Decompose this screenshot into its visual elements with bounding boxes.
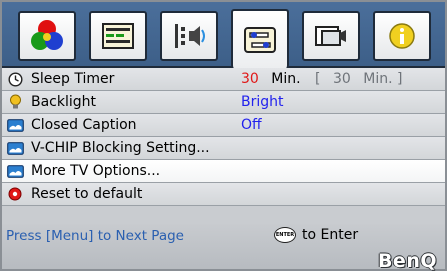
tv-screen-icon (6, 163, 24, 179)
tab-information[interactable] (373, 11, 431, 61)
setup-menu-list: Sleep Timer 30 Min. [ 30 Min. ] Backligh… (2, 66, 445, 206)
closed-caption-label: Closed Caption (31, 117, 137, 133)
tv-screen-icon (6, 117, 24, 133)
sleep-timer-bracket-open: [ (315, 71, 321, 87)
backlight-label: Backlight (31, 94, 97, 110)
sleep-timer-value[interactable]: 30 Min. [ 30 Min. ] (241, 71, 402, 87)
light-bulb-icon (6, 94, 24, 110)
reset-label: Reset to default (31, 186, 143, 202)
vchip-label: V-CHIP Blocking Setting... (31, 140, 210, 156)
brand-logo: BenQ (377, 250, 437, 271)
tv-screen-icon (6, 140, 24, 156)
information-icon (389, 23, 415, 49)
more-tv-options-label: More TV Options... (31, 163, 161, 179)
tab-source[interactable] (302, 11, 360, 61)
sleep-timer-remaining-unit: Min. ] (363, 71, 403, 87)
clock-icon (6, 71, 24, 87)
backlight-value[interactable]: Bright (241, 94, 284, 110)
menu-tab-strip (2, 2, 445, 68)
setup-switches-icon (244, 26, 276, 53)
enter-button-icon: ENTER (274, 227, 296, 243)
sleep-timer-number: 30 (241, 71, 259, 87)
sleep-timer-remaining: 30 (332, 71, 351, 87)
menu-item-reset[interactable]: Reset to default (2, 183, 445, 206)
sleep-timer-label: Sleep Timer (31, 71, 115, 87)
sleep-timer-unit: Min. (271, 71, 301, 87)
tab-setup[interactable] (231, 9, 289, 68)
next-page-hint: Press [Menu] to Next Page (6, 228, 184, 244)
menu-item-backlight[interactable]: Backlight Bright (2, 91, 445, 114)
closed-caption-value[interactable]: Off (241, 117, 262, 133)
menu-item-vchip[interactable]: V-CHIP Blocking Setting... (2, 137, 445, 160)
menu-item-sleep-timer[interactable]: Sleep Timer 30 Min. [ 30 Min. ] (2, 68, 445, 91)
color-picture-icon (31, 20, 63, 50)
tab-audio[interactable] (160, 11, 218, 61)
display-settings-icon (102, 23, 134, 49)
audio-speaker-icon (175, 24, 205, 48)
reset-icon (6, 186, 24, 202)
menu-item-closed-caption[interactable]: Closed Caption Off (2, 114, 445, 137)
footer-bar: Press [Menu] to Next Page ENTER to Enter… (2, 224, 445, 271)
input-source-icon (315, 26, 346, 46)
osd-menu: Sleep Timer 30 Min. [ 30 Min. ] Backligh… (0, 0, 447, 271)
enter-hint: ENTER to Enter (274, 227, 358, 243)
tab-picture[interactable] (18, 11, 76, 61)
tab-display[interactable] (89, 11, 147, 61)
enter-hint-text: to Enter (302, 227, 359, 243)
menu-item-more-tv-options[interactable]: More TV Options... (2, 160, 445, 183)
